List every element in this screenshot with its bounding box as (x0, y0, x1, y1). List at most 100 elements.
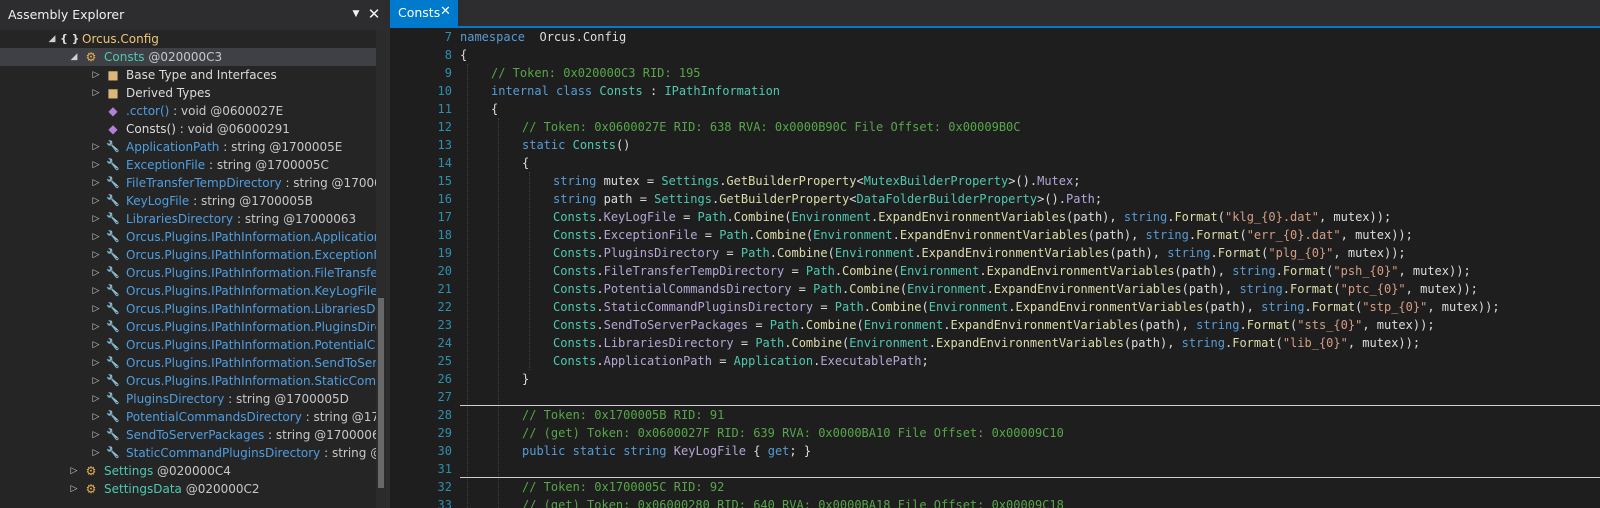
tree-item-label: StaticCommandPluginsDirectory : string @ (126, 444, 376, 462)
tree-item-label: Orcus.Plugins.IPathInformation.Applicati… (126, 228, 376, 246)
expand-arrow-icon[interactable]: ▷ (90, 444, 102, 462)
panel-title: Assembly Explorer (8, 7, 125, 22)
tree-item-name: Orcus.Plugins.IPathInformation.FileTrans… (126, 266, 376, 280)
tree-item[interactable]: ▷ 🔧 PluginsDirectory : string @1700005D (0, 390, 376, 408)
expand-arrow-icon[interactable]: ▷ (90, 138, 102, 156)
tab-label: Consts (398, 5, 441, 20)
property-icon: 🔧 (106, 374, 120, 387)
code-view[interactable]: 7 namespace Orcus.Config 8 {9 // Token: 0x02… (390, 28, 1600, 508)
tree-item[interactable]: ◆ Consts() : void @06000291 (0, 120, 376, 138)
tree-item[interactable]: ▷ 🔧 PotentialCommandsDirectory : string @1… (0, 408, 376, 426)
chevron-down-icon[interactable]: ▼ (348, 4, 364, 24)
code-token: // Token: 0x1700005B RID: 91 (522, 408, 725, 422)
assembly-explorer-panel: Assembly Explorer ▼ ✕ ◢{ } Orcus.Config ◢ ⚙… (0, 0, 386, 508)
code-token: () (615, 138, 631, 152)
expand-arrow-icon[interactable]: ▷ (90, 354, 102, 372)
tree-item[interactable]: ▷ 🔧 KeyLogFile : string @1700005B (0, 192, 376, 210)
code-token: Environment (863, 318, 944, 332)
tree-item[interactable]: ▷ ■ Base Type and Interfaces (0, 66, 376, 84)
expand-arrow-icon[interactable]: ▷ (90, 84, 102, 102)
collapse-arrow-icon[interactable]: ◢ (46, 30, 58, 48)
expand-arrow-icon[interactable]: ▷ (90, 246, 102, 264)
tree-item[interactable]: ▷ 🔧 ApplicationPath : string @1700005E (0, 138, 376, 156)
tree-item[interactable]: ▷ 🔧 LibrariesDirectory : string @17000063 (0, 210, 376, 228)
tree-item[interactable]: ▷ 🔧 Orcus.Plugins.IPathInformation.Librari… (0, 300, 376, 318)
tree-item[interactable]: ◢{ } Orcus.Config (0, 30, 376, 48)
property-icon: 🔧 (106, 320, 120, 333)
expand-arrow-icon[interactable]: ▷ (90, 156, 102, 174)
tree-item[interactable]: ▷ 🔧 FileTransferTempDirectory : string @17… (0, 174, 376, 192)
code-token: KeyLogFile (603, 210, 676, 224)
property-icon: 🔧 (106, 338, 120, 351)
tree-item-signature: : string @ (324, 446, 376, 460)
scrollbar-thumb[interactable] (378, 298, 384, 488)
tree-item[interactable]: ▷ ⚙ SettingsData @020000C2 (0, 480, 376, 498)
expand-arrow-icon[interactable]: ▷ (90, 264, 102, 282)
code-token: ( (1333, 282, 1341, 296)
tree-item[interactable]: ▷ 🔧 Orcus.Plugins.IPathInformation.StaticC… (0, 372, 376, 390)
code-token: . (1210, 246, 1218, 260)
expand-arrow-icon[interactable]: ▷ (90, 300, 102, 318)
code-token: Combine (842, 264, 893, 278)
expand-arrow-icon[interactable]: ▷ (90, 372, 102, 390)
tree-item[interactable]: ▷ 🔧 Orcus.Plugins.IPathInformation.Plugins… (0, 318, 376, 336)
collapse-arrow-icon[interactable]: ◢ (68, 48, 80, 66)
expand-arrow-icon[interactable]: ▷ (90, 174, 102, 192)
code-line: Consts.ApplicationPath = Application.Exe… (553, 352, 929, 370)
expand-arrow-icon[interactable]: ▷ (90, 282, 102, 300)
code-token: Format (1290, 282, 1334, 296)
code-token: . (914, 246, 922, 260)
code-token: (path), (1109, 246, 1168, 260)
code-line: { (460, 46, 467, 64)
expand-arrow-icon[interactable]: ▷ (68, 462, 80, 480)
tree-item[interactable]: ▷ 🔧 Orcus.Plugins.IPathInformation.KeyLogF… (0, 282, 376, 300)
tree-item[interactable]: ◢ ⚙ Consts @020000C3 (0, 48, 376, 66)
line-number: 31 (437, 462, 452, 476)
code-token: Path (740, 246, 770, 260)
tree-item[interactable]: ▷ 🔧 Orcus.Plugins.IPathInformation.Applica… (0, 228, 376, 246)
expand-arrow-icon[interactable]: ▷ (90, 426, 102, 444)
tree-item[interactable]: ▷ ⚙ Settings @020000C4 (0, 462, 376, 480)
close-icon[interactable]: ✕ (440, 4, 451, 19)
expand-arrow-icon[interactable]: ▷ (90, 192, 102, 210)
expand-arrow-icon[interactable]: ▷ (90, 336, 102, 354)
code-line: Consts.PotentialCommandsDirectory = Path… (553, 280, 1478, 298)
code-token: Environment (849, 336, 929, 350)
expand-arrow-icon[interactable]: ▷ (90, 228, 102, 246)
code-token: , mutex)); (1340, 228, 1413, 242)
code-token: , mutex)); (1427, 300, 1500, 314)
code-token: ( (1217, 210, 1226, 224)
expand-arrow-icon[interactable]: ▷ (90, 408, 102, 426)
expand-arrow-icon[interactable]: ▷ (68, 480, 80, 498)
tree-item[interactable]: ▷ 🔧 Orcus.Plugins.IPathInformation.Potenti… (0, 336, 376, 354)
code-token: "psh_{0}" (1333, 264, 1399, 278)
tree-item[interactable]: ▷ 🔧 StaticCommandPluginsDirectory : string… (0, 444, 376, 462)
member-separator (460, 477, 1600, 478)
tree-item[interactable]: ▷ 🔧 ExceptionFile : string @1700005C (0, 156, 376, 174)
code-token: Path (813, 282, 843, 296)
assembly-tree[interactable]: ◢{ } Orcus.Config ◢ ⚙ Consts @020000C3 ▷ ■ Base… (0, 30, 376, 508)
expand-arrow-icon[interactable]: ▷ (90, 390, 102, 408)
vertical-scrollbar[interactable] (376, 30, 386, 508)
code-token: Combine (870, 300, 922, 314)
code-token: . (979, 264, 987, 278)
tree-item[interactable]: ▷ ■ Derived Types (0, 84, 376, 102)
property-icon: 🔧 (106, 356, 120, 369)
expand-arrow-icon[interactable]: ▷ (90, 318, 102, 336)
expand-arrow-icon[interactable]: ▷ (90, 210, 102, 228)
line-number: 25 (437, 354, 452, 368)
tree-item-label: Orcus.Plugins.IPathInformation.Potential… (126, 336, 376, 354)
tree-item[interactable]: ▷ 🔧 SendToServerPackages : string @1700006 (0, 426, 376, 444)
code-token: . (596, 318, 604, 332)
code-token: Path (769, 318, 799, 332)
tree-item[interactable]: ◆ .cctor() : void @0600027E (0, 102, 376, 120)
tree-item[interactable]: ▷ 🔧 Orcus.Plugins.IPathInformation.FileTra… (0, 264, 376, 282)
code-token: ExpandEnvironmentVariables (936, 336, 1124, 350)
close-icon[interactable]: ✕ (366, 4, 382, 24)
tree-item[interactable]: ▷ 🔧 Orcus.Plugins.IPathInformation.SendToS… (0, 354, 376, 372)
expand-arrow-icon[interactable]: ▷ (90, 66, 102, 84)
tree-item[interactable]: ▷ 🔧 Orcus.Plugins.IPathInformation.Excepti… (0, 246, 376, 264)
tree-item-name: Settings (104, 464, 154, 478)
tab-consts[interactable]: Consts ✕ (390, 0, 458, 26)
